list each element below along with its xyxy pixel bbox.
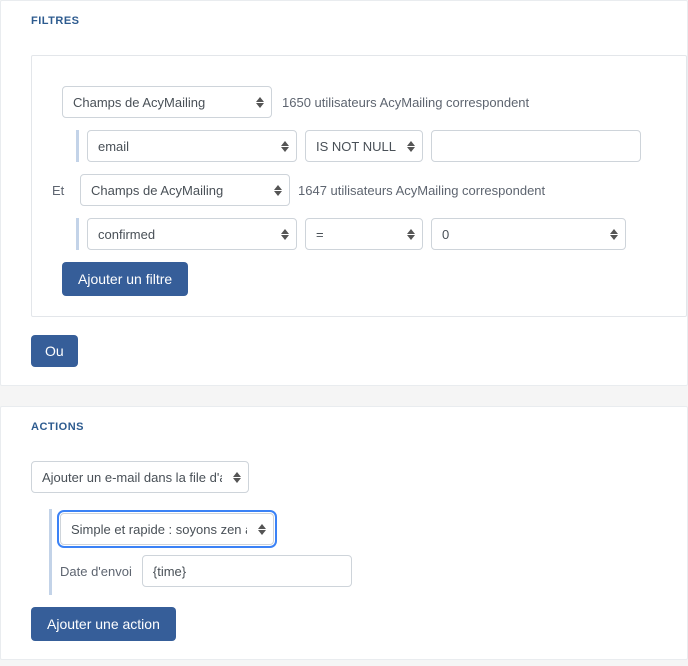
filter-value-select-2[interactable]: 0 (431, 218, 626, 250)
ou-button[interactable]: Ou (31, 335, 78, 367)
action-config: Simple et rapide : soyons zen ave Date d… (49, 509, 687, 595)
add-action-button[interactable]: Ajouter une action (31, 607, 176, 641)
filter-source-select-1[interactable]: Champs de AcyMailing (62, 86, 272, 118)
filter-field-select-1[interactable]: email (87, 130, 297, 162)
actions-body: Ajouter un e-mail dans la file d'att Sim… (1, 443, 687, 641)
actions-title: ACTIONS (1, 407, 687, 443)
filtres-title: FILTRES (1, 1, 687, 37)
date-envoi-input[interactable] (142, 555, 352, 587)
filter-operator-select-1[interactable]: IS NOT NULL (305, 130, 423, 162)
date-envoi-label: Date d'envoi (60, 564, 132, 579)
filter-count-2: 1647 utilisateurs AcyMailing corresponde… (298, 183, 545, 198)
filter-group-1: Champs de AcyMailing 1650 utilisateurs A… (62, 86, 666, 118)
actions-panel: ACTIONS Ajouter un e-mail dans la file d… (0, 406, 688, 660)
filter-operator-select-2[interactable]: = (305, 218, 423, 250)
filter-group-2: Et Champs de AcyMailing 1647 utilisateur… (52, 174, 666, 206)
filter-field-select-2[interactable]: confirmed (87, 218, 297, 250)
action-type-select[interactable]: Ajouter un e-mail dans la file d'att (31, 461, 249, 493)
filter-value-input-1[interactable] (431, 130, 641, 162)
action-email-select[interactable]: Simple et rapide : soyons zen ave (60, 513, 274, 545)
filtres-panel: FILTRES Champs de AcyMailing 1650 utilis… (0, 0, 688, 386)
filters-block: Champs de AcyMailing 1650 utilisateurs A… (31, 55, 687, 317)
filter-condition-2: confirmed = 0 (76, 218, 666, 250)
et-label: Et (52, 183, 68, 198)
filter-source-select-2[interactable]: Champs de AcyMailing (80, 174, 290, 206)
add-filter-button[interactable]: Ajouter un filtre (62, 262, 188, 296)
filter-condition-1: email IS NOT NULL (76, 130, 666, 162)
filter-count-1: 1650 utilisateurs AcyMailing corresponde… (282, 95, 529, 110)
